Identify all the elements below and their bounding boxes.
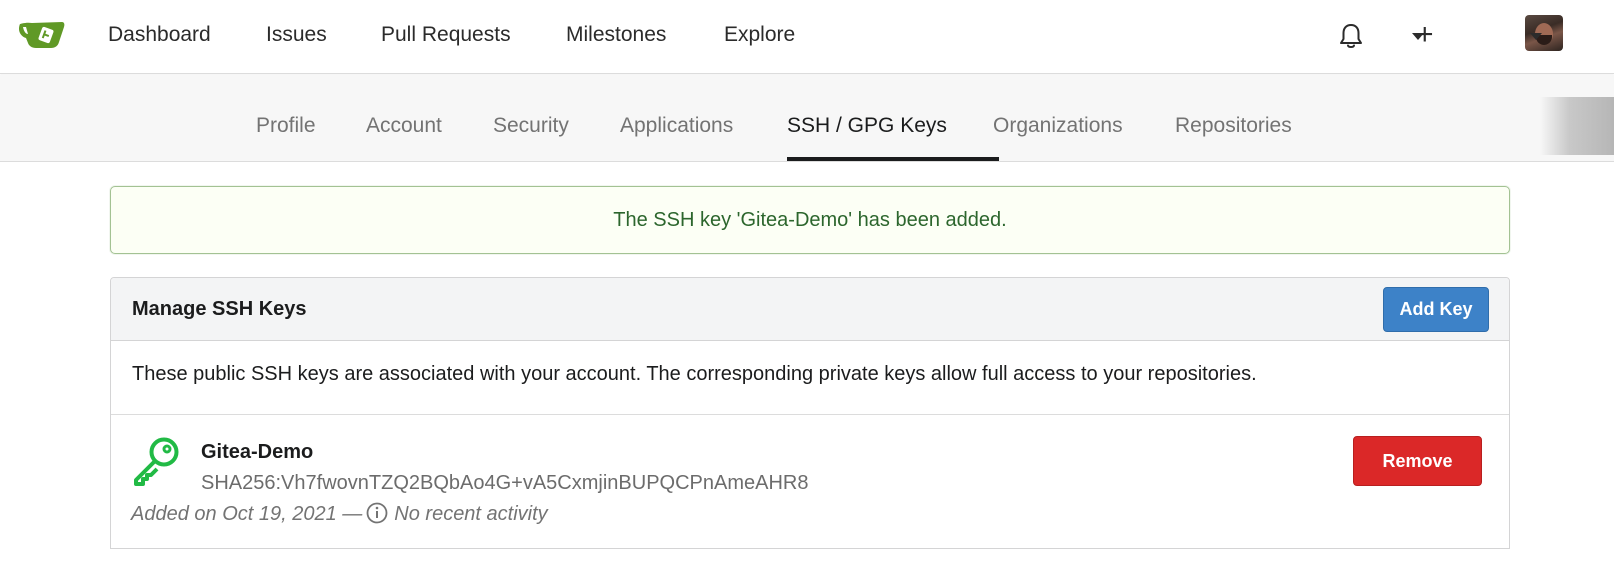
panel-header: Manage SSH Keys Add Key [111, 278, 1509, 341]
tab-repositories[interactable]: Repositories [1175, 113, 1292, 139]
key-meta: Added on Oct 19, 2021 — No recent activi… [131, 502, 548, 526]
top-navbar: Dashboard Issues Pull Requests Milestone… [0, 0, 1614, 74]
nav-explore[interactable]: Explore [724, 22, 795, 48]
bell-icon[interactable] [1338, 22, 1364, 50]
key-icon [134, 437, 179, 486]
tabs-scroll-fade [1540, 97, 1614, 155]
nav-dashboard[interactable]: Dashboard [108, 22, 211, 48]
panel-title: Manage SSH Keys [132, 298, 307, 320]
key-fingerprint: SHA256:Vh7fwovnTZQ2BQbAo4G+vA5CxmjinBUPQ… [201, 472, 809, 494]
divider [111, 414, 1509, 415]
settings-tabs: Profile Account Security Applications SS… [0, 75, 1614, 162]
panel-description: These public SSH keys are associated wit… [132, 363, 1257, 385]
gitea-logo-icon[interactable] [18, 16, 66, 52]
key-activity: No recent activity [394, 503, 548, 525]
tab-ssh-gpg-keys[interactable]: SSH / GPG Keys [787, 113, 947, 139]
tab-account[interactable]: Account [366, 113, 442, 139]
user-chevron-down-icon[interactable] [1530, 33, 1542, 40]
key-name: Gitea-Demo [201, 441, 314, 463]
nav-milestones[interactable]: Milestones [566, 22, 666, 48]
active-tab-indicator [787, 157, 999, 161]
ssh-keys-panel: Manage SSH Keys Add Key These public SSH… [110, 277, 1510, 549]
remove-key-button[interactable]: Remove [1353, 436, 1482, 486]
key-added-date: Added on Oct 19, 2021 — [131, 503, 363, 525]
tab-security[interactable]: Security [493, 113, 569, 139]
tab-applications[interactable]: Applications [620, 113, 733, 139]
success-message: The SSH key 'Gitea-Demo' has been added. [110, 186, 1510, 254]
tab-organizations[interactable]: Organizations [993, 113, 1123, 139]
nav-pull-requests[interactable]: Pull Requests [381, 22, 511, 48]
create-chevron-down-icon[interactable] [1412, 33, 1424, 40]
nav-issues[interactable]: Issues [266, 22, 327, 48]
info-icon [366, 502, 388, 524]
add-key-button[interactable]: Add Key [1383, 287, 1489, 332]
tab-profile[interactable]: Profile [256, 113, 316, 139]
